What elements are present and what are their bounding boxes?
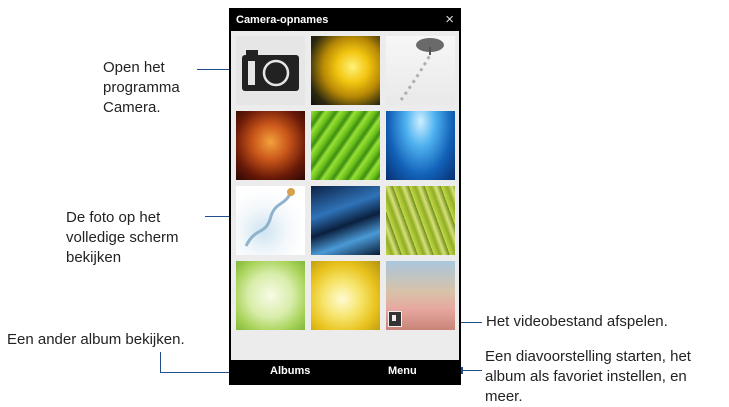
window-title: Camera-opnames <box>236 14 329 26</box>
family-beach-video[interactable] <box>386 261 455 330</box>
yellow-flower-photo[interactable] <box>311 36 380 105</box>
phone-screen: Camera-opnames × Albums Menu <box>229 8 461 385</box>
callout-video: Het videobestand afspelen. <box>486 313 668 330</box>
callout-album-vline <box>160 352 161 373</box>
photo-grid <box>231 31 459 361</box>
green-grass-photo[interactable] <box>386 186 455 255</box>
callout-fullscreen: De foto op het volledige scherm bekijken <box>66 209 179 266</box>
menu-button[interactable]: Menu <box>388 365 417 377</box>
callout-album: Een ander album bekijken. <box>7 331 185 348</box>
video-play-icon[interactable] <box>388 311 402 327</box>
underwater-light-photo[interactable] <box>386 111 455 180</box>
callout-camera: Open het programma Camera. <box>103 59 180 116</box>
camera-app-icon[interactable] <box>236 36 305 105</box>
albums-button[interactable]: Albums <box>270 365 310 377</box>
bottom-bar: Albums Menu <box>230 360 460 384</box>
snow-tree-photo[interactable] <box>386 36 455 105</box>
title-bar: Camera-opnames × <box>230 9 460 31</box>
callout-album-hline <box>160 372 232 373</box>
orange-floral-photo[interactable] <box>236 111 305 180</box>
green-leaf-photo[interactable] <box>311 111 380 180</box>
blue-water-photo[interactable] <box>311 186 380 255</box>
yellow-petals-photo[interactable] <box>311 261 380 330</box>
callout-menu: Een diavoorstelling starten, het album a… <box>485 348 691 405</box>
callout-camera-line <box>197 69 233 70</box>
water-splash-photo[interactable] <box>236 186 305 255</box>
green-vines-photo[interactable] <box>236 261 305 330</box>
close-icon[interactable]: × <box>445 9 454 31</box>
